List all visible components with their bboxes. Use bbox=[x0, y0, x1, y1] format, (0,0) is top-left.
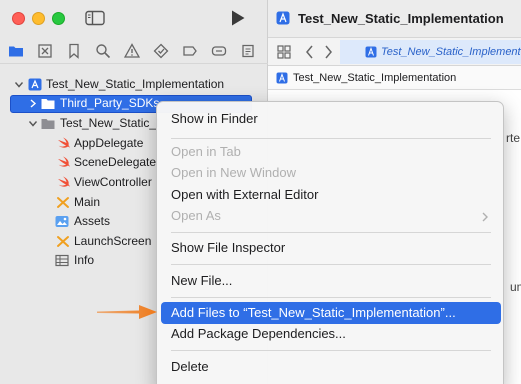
editor-tab-bar: Test_New_Static_Implement bbox=[268, 38, 521, 66]
tree-item-label: Info bbox=[74, 253, 95, 267]
navigator-selector-bar bbox=[0, 38, 268, 64]
tree-item-label: AppDelegate bbox=[74, 136, 144, 150]
editor-peek-text: rte bbox=[506, 131, 521, 145]
test-navigator-icon[interactable] bbox=[153, 43, 169, 59]
tree-item-label: Main bbox=[74, 195, 101, 209]
menu-item-add-files[interactable]: Add Files to “Test_New_Static_Implementa… bbox=[161, 302, 501, 324]
xcode-project-icon bbox=[365, 46, 377, 58]
tree-item-label: Test_New_Static_Implementation bbox=[46, 77, 225, 91]
window-titlebar bbox=[0, 0, 268, 38]
storyboard-icon bbox=[56, 196, 70, 209]
debug-navigator-icon[interactable] bbox=[182, 43, 198, 59]
editor-titlebar: Test_New_Static_Implementation bbox=[268, 0, 521, 38]
orange-arrow-icon bbox=[95, 302, 159, 322]
swift-file-icon bbox=[56, 176, 70, 189]
issue-navigator-icon[interactable] bbox=[124, 43, 140, 59]
folder-icon bbox=[41, 97, 55, 110]
storyboard-icon bbox=[56, 235, 70, 248]
tree-item-project[interactable]: Test_New_Static_Implementation bbox=[0, 75, 268, 94]
disclosure-expanded-icon[interactable] bbox=[28, 114, 38, 133]
tree-item-label: Test_New_Static_I bbox=[60, 116, 160, 130]
breakpoint-navigator-icon[interactable] bbox=[211, 43, 227, 59]
tree-item-label: Third_Party_SDKs bbox=[60, 96, 160, 110]
tree-item-label: ViewController bbox=[74, 175, 152, 189]
menu-separator bbox=[171, 350, 491, 351]
folder-icon bbox=[41, 117, 55, 130]
forward-chevron-icon[interactable] bbox=[322, 44, 334, 60]
tree-item-label: Assets bbox=[74, 214, 111, 228]
folder-navigator-icon[interactable] bbox=[8, 43, 24, 59]
xcode-project-icon bbox=[276, 11, 290, 25]
menu-item-show-file-inspector[interactable]: Show File Inspector bbox=[161, 237, 501, 259]
menu-item-open-with-external-editor[interactable]: Open with External Editor bbox=[161, 184, 501, 206]
disclosure-collapsed-icon[interactable] bbox=[28, 94, 38, 113]
menu-item-show-in-finder[interactable]: Show in Finder bbox=[161, 108, 501, 130]
editor-tab-label: Test_New_Static_Implement bbox=[381, 46, 521, 58]
window-title: Test_New_Static_Implementation bbox=[298, 11, 504, 26]
bookmark-navigator-icon[interactable] bbox=[66, 43, 82, 59]
jump-bar[interactable]: Test_New_Static_Implementation bbox=[268, 66, 521, 90]
menu-separator bbox=[171, 264, 491, 265]
tree-item-label: LaunchScreen bbox=[74, 234, 152, 248]
menu-item-open-in-tab[interactable]: Open in Tab bbox=[161, 141, 501, 163]
zoom-window-button[interactable] bbox=[52, 12, 65, 25]
menu-item-new-file[interactable]: New File... bbox=[161, 270, 501, 292]
menu-item-open-in-new-window[interactable]: Open in New Window bbox=[161, 162, 501, 184]
editor-peek-text: um bbox=[510, 280, 521, 294]
asset-catalog-icon bbox=[55, 215, 69, 228]
swift-file-icon bbox=[56, 137, 70, 150]
submenu-chevron-icon bbox=[481, 211, 489, 222]
xcode-project-icon bbox=[28, 78, 42, 91]
disclosure-expanded-icon[interactable] bbox=[14, 75, 24, 94]
sidebar-toggle-icon[interactable] bbox=[85, 10, 105, 26]
grid-layout-icon[interactable] bbox=[276, 44, 292, 60]
jump-bar-label: Test_New_Static_Implementation bbox=[293, 72, 457, 84]
back-chevron-icon[interactable] bbox=[304, 44, 316, 60]
source-control-navigator-icon[interactable] bbox=[37, 43, 53, 59]
menu-item-label: Open As bbox=[171, 208, 221, 223]
tree-item-label: SceneDelegate bbox=[74, 155, 157, 169]
swift-file-icon bbox=[56, 156, 70, 169]
menu-separator bbox=[171, 297, 491, 298]
find-navigator-icon[interactable] bbox=[95, 43, 111, 59]
xcode-project-icon bbox=[276, 72, 288, 84]
run-play-icon[interactable] bbox=[230, 9, 246, 27]
menu-item-open-as[interactable]: Open As bbox=[161, 205, 501, 227]
report-navigator-icon[interactable] bbox=[240, 43, 256, 59]
menu-item-add-package-dependencies[interactable]: Add Package Dependencies... bbox=[161, 323, 501, 345]
minimize-window-button[interactable] bbox=[32, 12, 45, 25]
menu-item-delete[interactable]: Delete bbox=[161, 356, 501, 378]
plist-table-icon bbox=[55, 254, 69, 267]
close-window-button[interactable] bbox=[12, 12, 25, 25]
context-menu: Show in Finder Open in Tab Open in New W… bbox=[156, 101, 504, 384]
menu-separator bbox=[171, 232, 491, 233]
menu-separator bbox=[171, 138, 491, 139]
